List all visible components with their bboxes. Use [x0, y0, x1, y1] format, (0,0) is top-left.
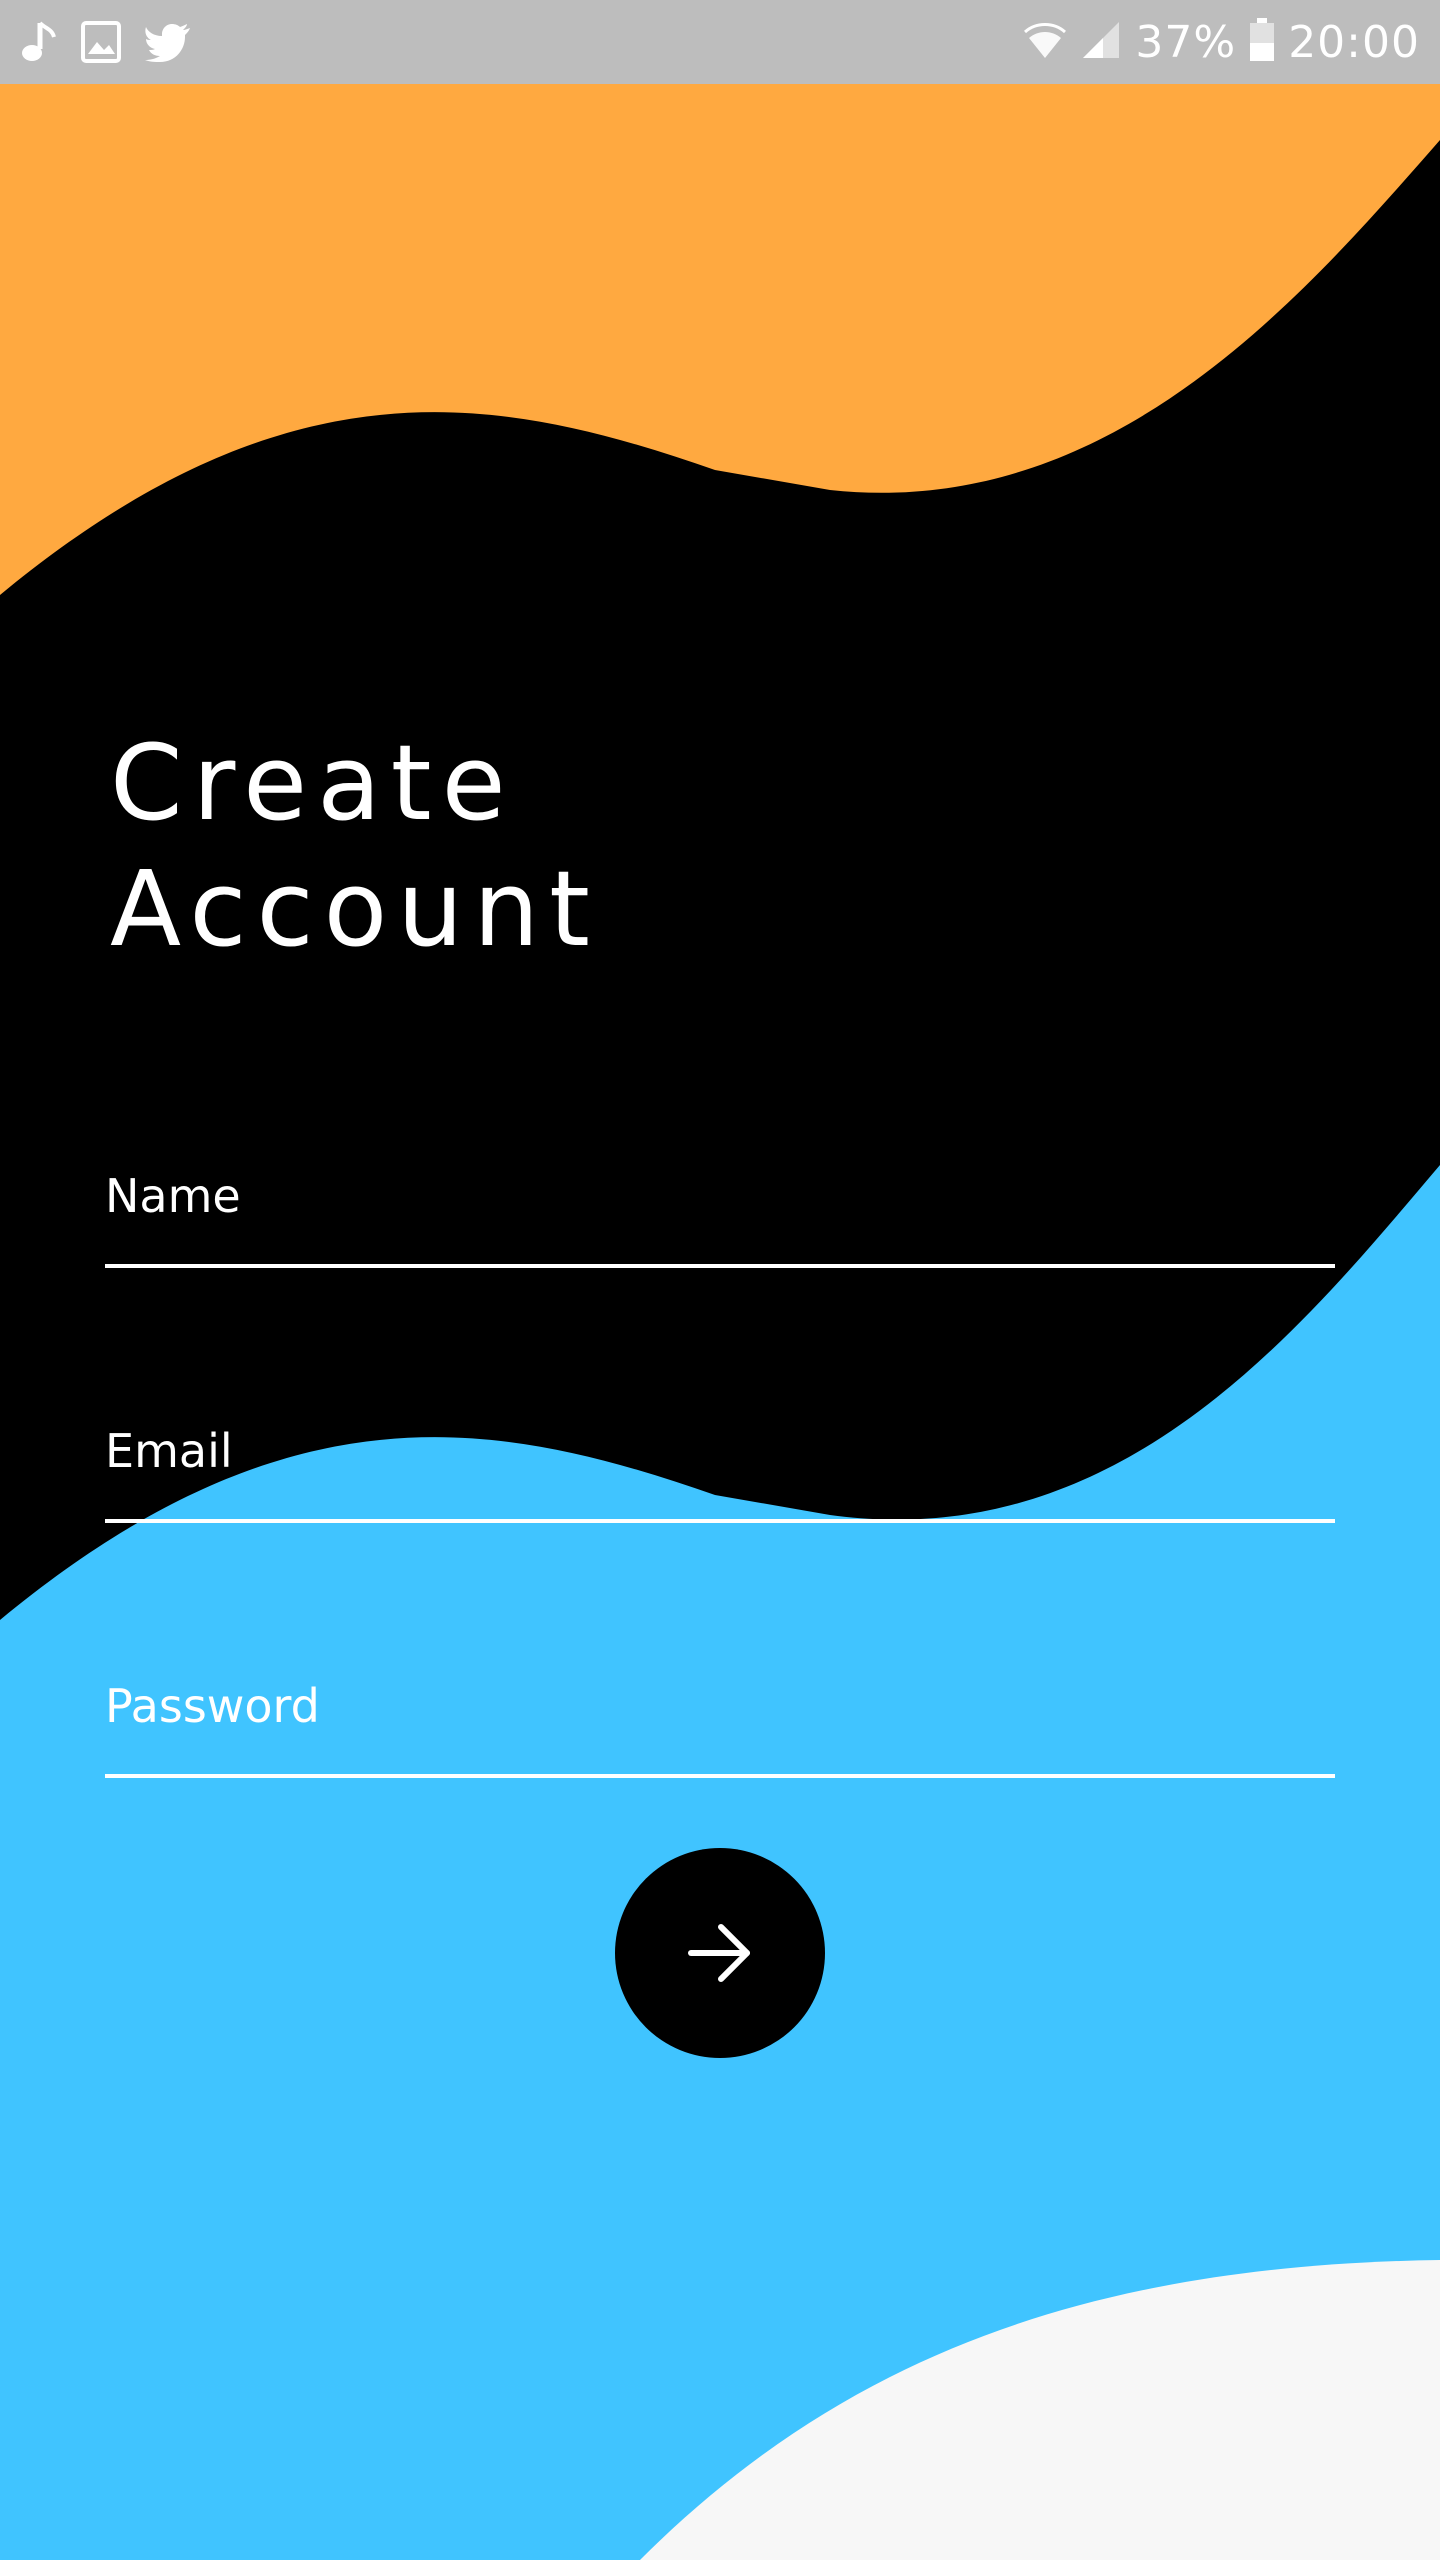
- clock: 20:00: [1288, 16, 1420, 68]
- email-underline: [105, 1519, 1335, 1523]
- password-underline: [105, 1774, 1335, 1778]
- status-bar-notifications: [18, 14, 192, 70]
- status-bar-system: 37% 20:00: [1023, 14, 1420, 70]
- title-line-1: Create: [110, 722, 516, 844]
- arrow-right-icon: [688, 1924, 750, 1982]
- signal-icon: [1079, 18, 1123, 66]
- page-title: Create Account: [110, 720, 600, 972]
- name-placeholder: Name: [105, 1169, 241, 1223]
- password-placeholder: Password: [105, 1679, 320, 1733]
- create-account-screen: 37% 20:00 Create Account Name Email Pass…: [0, 0, 1440, 2560]
- title-line-2: Account: [110, 848, 600, 970]
- background-waves: [0, 0, 1440, 2560]
- email-field[interactable]: Email: [105, 1413, 1335, 1523]
- email-placeholder: Email: [105, 1424, 233, 1478]
- submit-button[interactable]: [615, 1848, 825, 2058]
- battery-percent: 37%: [1135, 16, 1237, 68]
- name-field[interactable]: Name: [105, 1158, 1335, 1268]
- status-bar: 37% 20:00: [0, 0, 1440, 84]
- battery-icon: [1248, 17, 1276, 67]
- music-note-icon: [18, 19, 58, 65]
- twitter-icon: [144, 22, 192, 62]
- wifi-icon: [1023, 18, 1067, 66]
- image-icon: [80, 20, 122, 64]
- name-underline: [105, 1264, 1335, 1268]
- password-field[interactable]: Password: [105, 1668, 1335, 1778]
